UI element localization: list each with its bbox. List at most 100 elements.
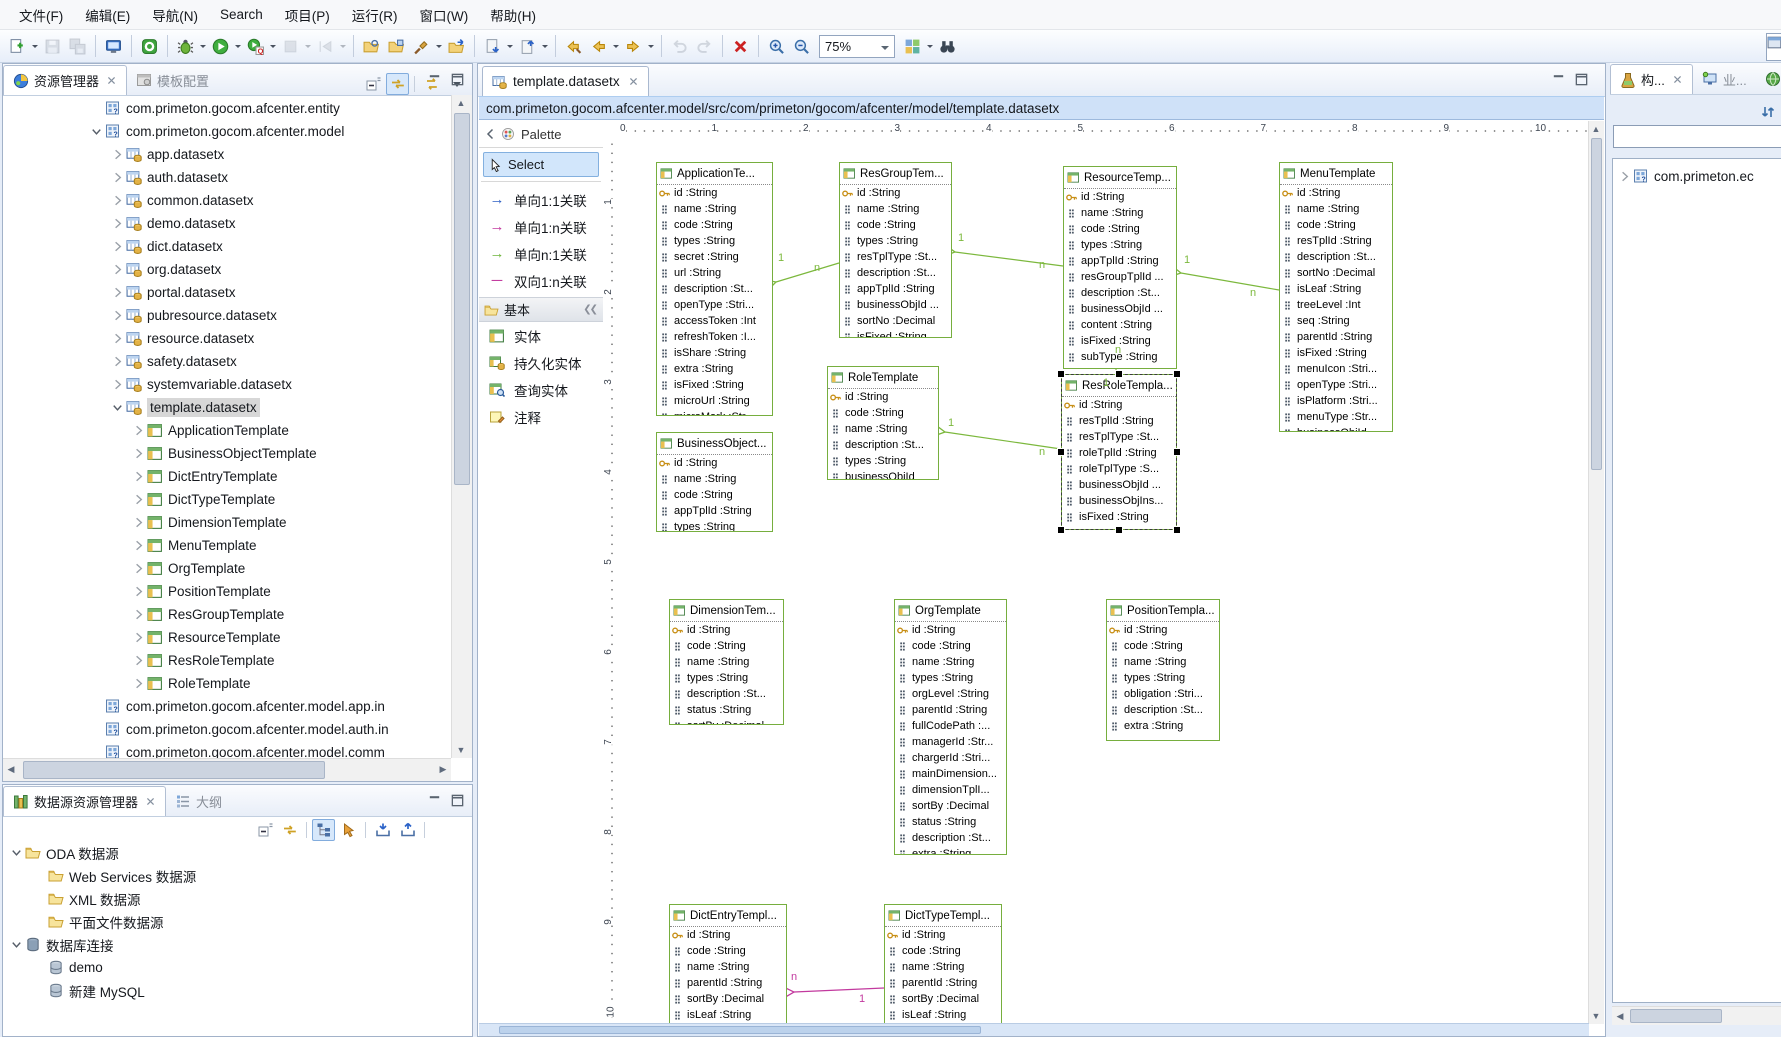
export-config-button[interactable] xyxy=(396,819,419,841)
entity-header[interactable]: PositionTempla... xyxy=(1107,600,1219,622)
chevron-closed-icon[interactable] xyxy=(110,170,125,185)
console-button[interactable] xyxy=(102,35,125,58)
tree-item[interactable]: dict.datasetx xyxy=(110,235,223,258)
entity-field[interactable]: name :String xyxy=(828,421,938,437)
close-icon[interactable] xyxy=(145,796,156,807)
entity-field[interactable]: description :St... xyxy=(670,686,783,702)
entity-dimension-template[interactable]: DimensionTem...id :Stringcode :Stringnam… xyxy=(669,599,784,725)
entity-field[interactable]: sortBy :Decimal xyxy=(895,798,1006,814)
chevron-closed-icon[interactable] xyxy=(110,147,125,162)
forward-button[interactable] xyxy=(622,35,645,58)
entity-field[interactable]: isLeaf :String xyxy=(885,1007,1001,1023)
entity-field[interactable]: dimensionTplI... xyxy=(895,782,1006,798)
entity-field[interactable]: name :String xyxy=(657,201,772,217)
relationship-line[interactable] xyxy=(1181,273,1279,290)
zoom-level-combo[interactable]: 75% xyxy=(819,35,895,58)
selection-handle[interactable] xyxy=(1173,526,1181,534)
entity-business-object-template[interactable]: BusinessObject...id :Stringname :Stringc… xyxy=(656,432,773,532)
entity-header[interactable]: BusinessObject... xyxy=(657,433,772,455)
entity-field[interactable]: extra :String xyxy=(657,361,772,377)
entity-field[interactable]: name :String xyxy=(840,201,951,217)
palette-tool-实体[interactable]: 实体 xyxy=(479,322,603,349)
chevron-open-icon[interactable] xyxy=(89,124,104,139)
format-brush-button[interactable] xyxy=(410,35,433,58)
chevron-closed-icon[interactable] xyxy=(110,262,125,277)
tab-component[interactable]: 构... xyxy=(1610,64,1693,94)
entity-field[interactable]: id :String xyxy=(670,622,783,638)
canvas-vertical-scrollbar[interactable]: ▲ ▼ xyxy=(1588,121,1604,1024)
entity-field[interactable]: id :String xyxy=(840,185,951,201)
entity-position-template[interactable]: PositionTempla...id :Stringcode :Stringn… xyxy=(1106,599,1220,741)
entity-field[interactable]: sortBy :Decimal xyxy=(885,991,1001,1007)
entity-field[interactable]: name :String xyxy=(895,654,1006,670)
layout-button[interactable] xyxy=(901,35,924,58)
debug-button[interactable] xyxy=(174,35,197,58)
stop-button[interactable] xyxy=(279,35,302,58)
entity-field[interactable]: id :String xyxy=(1280,185,1392,201)
entity-field[interactable]: orgLevel :String xyxy=(895,686,1006,702)
menu-item[interactable]: 项目(P) xyxy=(274,0,341,30)
entity-field[interactable]: sortBy :Decimal xyxy=(670,991,786,1007)
chevron-closed-icon[interactable] xyxy=(131,561,146,576)
entity-field[interactable]: name :String xyxy=(1280,201,1392,217)
chevron-down-icon[interactable] xyxy=(881,46,889,54)
entity-header[interactable]: DictEntryTempl... xyxy=(670,905,786,927)
chevron-closed-icon[interactable] xyxy=(110,331,125,346)
back-button[interactable] xyxy=(587,35,610,58)
scroll-right-icon[interactable]: ▶ xyxy=(435,761,451,777)
chevron-closed-icon[interactable] xyxy=(110,193,125,208)
entity-field[interactable]: businessObjId xyxy=(1280,425,1392,432)
scrollbar-thumb[interactable] xyxy=(1630,1009,1722,1023)
zoom-out-button[interactable] xyxy=(790,35,813,58)
entity-field[interactable]: code :String xyxy=(1107,638,1219,654)
entity-field[interactable]: appTplId :String xyxy=(1064,253,1176,269)
entity-field[interactable]: description :St... xyxy=(828,437,938,453)
scrollbar-thumb[interactable] xyxy=(454,113,470,485)
sort-button[interactable] xyxy=(1756,101,1779,123)
entity-field[interactable]: chargerId :Stri... xyxy=(895,750,1006,766)
tab-resource-explorer[interactable]: 资源管理器 xyxy=(3,65,127,95)
entity-field[interactable]: types :String xyxy=(657,519,772,532)
tree-item[interactable]: ResRoleTemplate xyxy=(131,649,275,672)
tree-item[interactable]: MenuTemplate xyxy=(131,534,257,557)
menu-item[interactable]: 运行(R) xyxy=(341,0,409,30)
collapse-all-button[interactable] xyxy=(253,819,276,841)
entity-header[interactable]: MenuTemplate xyxy=(1280,163,1392,185)
entity-field[interactable]: mainDimension... xyxy=(895,766,1006,782)
menu-item[interactable]: Search xyxy=(209,2,274,27)
filter-input[interactable] xyxy=(1613,125,1781,148)
close-icon[interactable] xyxy=(106,75,117,86)
entity-field[interactable]: parentId :String xyxy=(895,702,1006,718)
entity-field[interactable]: openType :Stri... xyxy=(1280,377,1392,393)
entity-header[interactable]: ResRoleTempla... xyxy=(1062,375,1176,397)
tree-item[interactable]: app.datasetx xyxy=(110,143,224,166)
tree-item[interactable]: 数据库连接 xyxy=(9,933,114,956)
chevron-closed-icon[interactable] xyxy=(131,492,146,507)
entity-field[interactable]: isFixed :String xyxy=(1062,509,1176,525)
entity-field[interactable]: description :St... xyxy=(1107,702,1219,718)
entity-field[interactable]: appTplId :String xyxy=(657,503,772,519)
tree-item[interactable]: resource.datasetx xyxy=(110,327,254,350)
entity-field[interactable]: menuType :Str... xyxy=(1280,409,1392,425)
entity-field[interactable]: appTplId :String xyxy=(840,281,951,297)
tree-item[interactable]: OrgTemplate xyxy=(131,557,245,580)
entity-field[interactable]: isLeaf :String xyxy=(1280,281,1392,297)
entity-field[interactable]: isShare :String xyxy=(657,345,772,361)
resume-button[interactable] xyxy=(314,35,337,58)
entity-field[interactable]: id :String xyxy=(1064,189,1176,205)
entity-field[interactable]: content :String xyxy=(1064,317,1176,333)
entity-field[interactable]: code :String xyxy=(657,217,772,233)
entity-field[interactable]: id :String xyxy=(1062,397,1176,413)
entity-field[interactable]: isFixed :String xyxy=(657,377,772,393)
palette-tool-单向1:1关联[interactable]: →单向1:1关联 xyxy=(479,186,603,213)
entity-field[interactable]: types :String xyxy=(840,233,951,249)
entity-field[interactable]: name :String xyxy=(657,471,772,487)
collapse-palette-icon[interactable] xyxy=(484,127,496,141)
entity-resource-template[interactable]: ResourceTemp...id :Stringname :Stringcod… xyxy=(1063,166,1177,369)
entity-field[interactable]: id :String xyxy=(657,185,772,201)
entity-field[interactable]: code :String xyxy=(670,943,786,959)
entity-field[interactable]: businessObjIns... xyxy=(1062,493,1176,509)
tab-template-datasetx[interactable]: template.datasetx xyxy=(482,66,649,96)
connect-hand-button[interactable] xyxy=(337,819,360,841)
link-with-editor-button[interactable] xyxy=(278,819,301,841)
